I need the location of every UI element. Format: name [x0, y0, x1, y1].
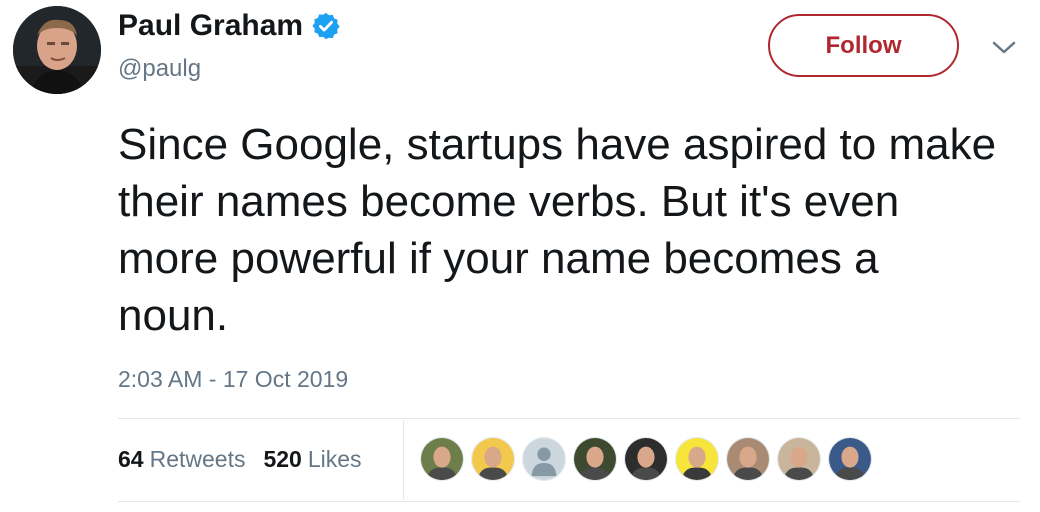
- divider: [118, 501, 1020, 502]
- stats-separator: [403, 420, 404, 500]
- tweet-text: Since Google, startups have aspired to m…: [118, 120, 997, 340]
- chevron-down-icon[interactable]: [990, 38, 1018, 58]
- liker-avatars: [420, 437, 879, 481]
- retweets-stat[interactable]: 64 Retweets: [118, 444, 245, 474]
- liker-avatar-9[interactable]: [828, 437, 872, 481]
- author-handle[interactable]: @paulg: [118, 54, 201, 84]
- author-name[interactable]: Paul Graham: [118, 8, 303, 44]
- liker-avatar-7[interactable]: [726, 437, 770, 481]
- likes-label: Likes: [307, 446, 362, 472]
- retweets-count: 64: [118, 446, 144, 472]
- retweets-label: Retweets: [149, 446, 246, 472]
- author-avatar[interactable]: [13, 6, 101, 94]
- likes-count: 520: [263, 446, 302, 472]
- profile-photo: [13, 6, 101, 94]
- liker-avatar-3[interactable]: [522, 437, 566, 481]
- verified-badge-icon: [312, 12, 340, 40]
- liker-avatar-1[interactable]: [420, 437, 464, 481]
- liker-avatar-6[interactable]: [675, 437, 719, 481]
- tweet-stats: 64 Retweets 520 Likes: [118, 444, 380, 474]
- author-name-row: Paul Graham: [118, 8, 341, 44]
- likes-stat[interactable]: 520 Likes: [263, 444, 361, 474]
- liker-avatar-2[interactable]: [471, 437, 515, 481]
- liker-avatar-5[interactable]: [624, 437, 668, 481]
- tweet-timestamp[interactable]: 2:03 AM - 17 Oct 2019: [118, 364, 348, 394]
- liker-avatar-8[interactable]: [777, 437, 821, 481]
- divider: [118, 418, 1020, 419]
- follow-button[interactable]: Follow: [768, 14, 959, 77]
- liker-avatar-4[interactable]: [573, 437, 617, 481]
